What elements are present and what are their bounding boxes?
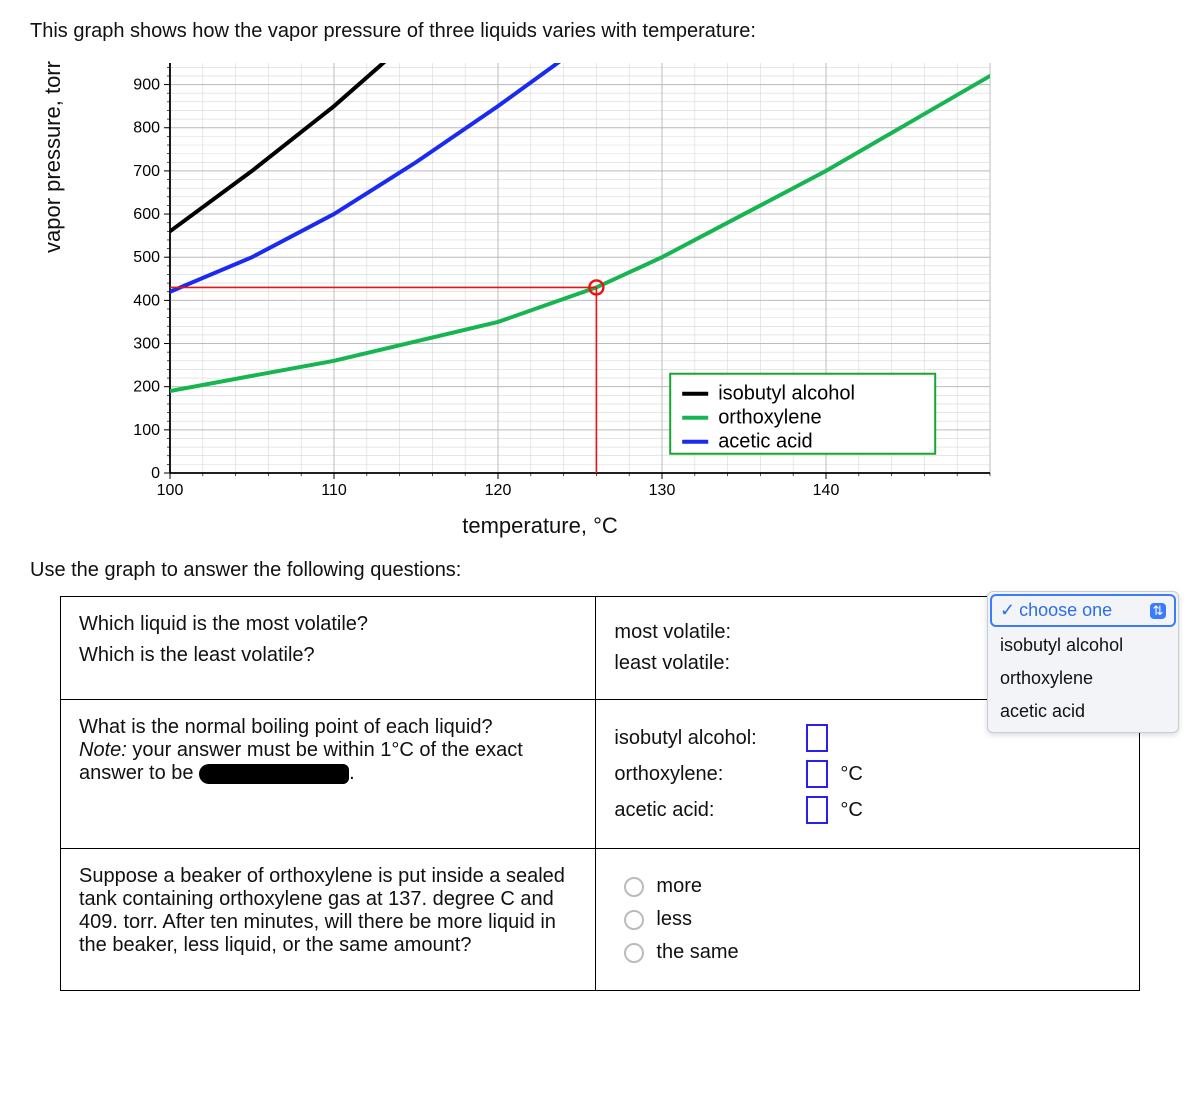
- q3-cell: Suppose a beaker of orthoxylene is put i…: [61, 849, 596, 991]
- svg-text:isobutyl alcohol: isobutyl alcohol: [718, 383, 855, 405]
- svg-text:orthoxylene: orthoxylene: [718, 407, 821, 429]
- vapor-pressure-chart: isobutyl alcoholorthoxyleneacetic acid 0…: [110, 53, 1010, 503]
- section-heading: Use the graph to answer the following qu…: [30, 559, 1170, 582]
- q2-line-b: Note: your answer must be within 1°C of …: [79, 739, 577, 785]
- dropdown-opt-isobutyl[interactable]: isobutyl alcohol: [988, 629, 1178, 662]
- redacted-text: [199, 764, 349, 784]
- check-icon: ✓: [1000, 600, 1015, 620]
- svg-text:0: 0: [151, 465, 160, 482]
- iso-input[interactable]: [806, 724, 828, 752]
- svg-text:900: 900: [133, 77, 160, 94]
- iso-label: isobutyl alcohol:: [614, 727, 794, 750]
- q1-line-b: Which is the least volatile?: [79, 644, 577, 667]
- dropdown-opt-acetic[interactable]: acetic acid: [988, 695, 1178, 728]
- radio-less[interactable]: less: [624, 908, 1121, 931]
- q3-text: Suppose a beaker of orthoxylene is put i…: [79, 865, 577, 957]
- svg-text:120: 120: [485, 482, 512, 499]
- q1-answer-cell: most volatile: least volatile: ✓choose o…: [596, 597, 1140, 700]
- svg-text:300: 300: [133, 336, 160, 353]
- ortho-label: orthoxylene:: [614, 763, 794, 786]
- acetic-input[interactable]: [806, 796, 828, 824]
- most-volatile-label: most volatile:: [614, 621, 794, 644]
- acetic-label: acetic acid:: [614, 799, 794, 822]
- svg-text:100: 100: [157, 482, 184, 499]
- radio-more[interactable]: more: [624, 875, 1121, 898]
- radio-icon: [624, 877, 644, 897]
- stepper-icon[interactable]: ⇅: [1150, 603, 1166, 619]
- radio-same[interactable]: the same: [624, 941, 1121, 964]
- volatile-dropdown[interactable]: ✓choose one ⇅ isobutyl alcohol orthoxyle…: [987, 591, 1179, 733]
- svg-text:110: 110: [321, 482, 347, 499]
- svg-text:600: 600: [133, 206, 160, 223]
- unit-c-1: °C: [840, 763, 862, 786]
- chart-container: vapor pressure, torr isobutyl alcoholort…: [70, 53, 1170, 539]
- radio-icon: [624, 910, 644, 930]
- svg-text:100: 100: [133, 422, 160, 439]
- intro-text: This graph shows how the vapor pressure …: [30, 20, 1170, 43]
- x-axis-label: temperature, °C: [130, 513, 950, 539]
- svg-text:140: 140: [813, 482, 840, 499]
- questions-table: Which liquid is the most volatile? Which…: [60, 596, 1140, 991]
- svg-text:130: 130: [649, 482, 676, 499]
- svg-text:700: 700: [133, 163, 160, 180]
- dropdown-selected[interactable]: ✓choose one ⇅: [990, 594, 1176, 627]
- svg-text:500: 500: [133, 249, 160, 266]
- svg-text:800: 800: [133, 120, 160, 137]
- svg-text:200: 200: [133, 379, 160, 396]
- q2-cell: What is the normal boiling point of each…: [61, 700, 596, 849]
- y-axis-label: vapor pressure, torr: [40, 61, 66, 253]
- least-volatile-label: least volatile:: [614, 652, 794, 675]
- q3-answer-cell: more less the same: [596, 849, 1140, 991]
- svg-text:acetic acid: acetic acid: [718, 431, 813, 453]
- q1-cell: Which liquid is the most volatile? Which…: [61, 597, 596, 700]
- ortho-input[interactable]: [806, 760, 828, 788]
- q2-line-a: What is the normal boiling point of each…: [79, 716, 577, 739]
- unit-c-2: °C: [840, 799, 862, 822]
- radio-icon: [624, 943, 644, 963]
- q1-line-a: Which liquid is the most volatile?: [79, 613, 577, 636]
- dropdown-opt-orthoxylene[interactable]: orthoxylene: [988, 662, 1178, 695]
- svg-text:400: 400: [133, 292, 160, 309]
